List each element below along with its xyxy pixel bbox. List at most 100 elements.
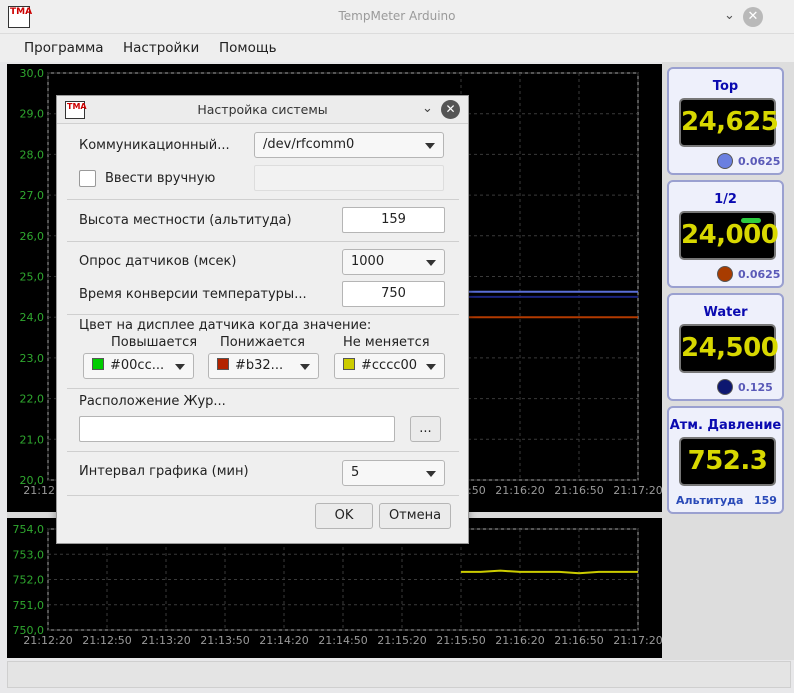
altitude-label: Высота местности (альтитуда): [79, 213, 292, 228]
rising-color-select[interactable]: #00cc...: [83, 353, 194, 379]
sensor-value: 24,625: [679, 98, 779, 147]
sensor-resolution: 0.0625: [738, 155, 781, 168]
sensor-value: 752.3: [679, 437, 776, 486]
chevron-down-icon: [175, 364, 185, 370]
y-tick-label: 27,0: [20, 189, 45, 202]
steady-color-value: #cccc00: [361, 358, 418, 373]
falling-color-select[interactable]: #b32...: [208, 353, 319, 379]
sensor-value: 24,000: [679, 211, 779, 260]
dialog-title: Настройка системы: [197, 102, 328, 117]
sensor-color-dot: [717, 379, 733, 395]
y-tick-label: 752,0: [13, 574, 45, 587]
cancel-button[interactable]: Отмена: [379, 503, 451, 529]
y-tick-label: 751,0: [13, 599, 45, 612]
y-tick-label: 22,0: [20, 393, 45, 406]
sensor-name: Top: [712, 79, 739, 94]
sensor-card-water: Water 24,500 0.125: [667, 293, 784, 401]
chevron-down-icon[interactable]: ⌄: [422, 101, 433, 116]
sensor-panel: Top 24,625 0.0625 1/2 24,000 0.0625 Wate…: [662, 62, 794, 660]
manual-entry-checkbox[interactable]: [79, 170, 96, 187]
y-tick-label: 30,0: [20, 67, 45, 80]
rising-label: Повышается: [111, 335, 198, 350]
conversion-time-label: Время конверсии температуры...: [79, 287, 307, 302]
sensor-color-dot: [717, 153, 733, 169]
ok-button[interactable]: OK: [315, 503, 373, 529]
trend-bar-icon: [741, 218, 761, 223]
sensor-card-half: 1/2 24,000 0.0625: [667, 180, 784, 288]
sensor-name: Атм. Давление: [669, 418, 782, 433]
window-title: TempMeter Arduino: [338, 9, 456, 23]
menu-help[interactable]: Помощь: [219, 40, 277, 56]
x-tick-label: 21:13:50: [200, 634, 249, 647]
x-tick-label: 21:14:50: [318, 634, 367, 647]
x-tick-label: 21:16:50: [554, 484, 603, 497]
x-tick-label: 21:14:20: [259, 634, 308, 647]
steady-color-select[interactable]: #cccc00: [334, 353, 445, 379]
y-tick-label: 753,0: [13, 548, 45, 561]
divider: [67, 495, 459, 496]
y-tick-label: 754,0: [13, 523, 45, 536]
falling-color-value: #b32...: [235, 358, 284, 373]
conversion-time-field[interactable]: 750: [342, 281, 445, 307]
sensor-card-pressure: Атм. Давление 752.3 Альтитуда 159: [667, 406, 784, 514]
settings-dialog: TMA Настройка системы ⌄ ✕ Коммуникационн…: [56, 95, 469, 544]
color-swatch: [343, 358, 355, 370]
color-heading: Цвет на дисплее датчика когда значение:: [79, 318, 372, 333]
poll-interval-value: 1000: [351, 254, 385, 269]
x-tick-label: 21:15:50: [436, 634, 485, 647]
chevron-down-icon: [300, 364, 310, 370]
x-tick-label: 21:17:20: [613, 634, 662, 647]
close-icon[interactable]: ✕: [743, 7, 763, 27]
chevron-down-icon: [425, 143, 435, 149]
close-icon[interactable]: ✕: [441, 100, 460, 119]
chevron-down-icon: [426, 260, 436, 266]
sensor-resolution: 0.0625: [738, 268, 781, 281]
x-tick-label: 21:17:20: [613, 484, 662, 497]
x-tick-label: 21:15:20: [377, 634, 426, 647]
color-swatch: [217, 358, 229, 370]
chevron-down-icon: [426, 471, 436, 477]
x-tick-label: 21:16:20: [495, 634, 544, 647]
comm-port-select[interactable]: /dev/rfcomm0: [254, 132, 444, 158]
manual-port-field[interactable]: [254, 165, 444, 191]
menu-bar: Программа Настройки Помощь: [0, 34, 794, 62]
y-tick-label: 28,0: [20, 148, 45, 161]
x-tick-label: 21:13:20: [141, 634, 190, 647]
comm-port-label: Коммуникационный...: [79, 138, 230, 153]
divider: [67, 241, 459, 242]
divider: [67, 388, 459, 389]
minimize-chevron-icon[interactable]: ⌄: [724, 8, 735, 23]
rising-color-value: #00cc...: [110, 358, 165, 373]
color-swatch: [92, 358, 104, 370]
poll-interval-select[interactable]: 1000: [342, 249, 445, 275]
y-tick-label: 26,0: [20, 230, 45, 243]
y-tick-label: 25,0: [20, 271, 45, 284]
sensor-name: Water: [703, 305, 748, 320]
dialog-title-bar: TMA Настройка системы ⌄ ✕: [57, 96, 468, 124]
chart-interval-label: Интервал графика (мин): [79, 464, 249, 479]
sensor-color-dot: [717, 266, 733, 282]
x-tick-label: 21:16:50: [554, 634, 603, 647]
y-tick-label: 24,0: [20, 311, 45, 324]
log-location-field[interactable]: [79, 416, 395, 442]
altitude-value: 159: [754, 494, 777, 507]
divider: [67, 314, 459, 315]
divider: [67, 199, 459, 200]
poll-interval-label: Опрос датчиков (мсек): [79, 254, 237, 269]
altitude-field[interactable]: 159: [342, 207, 445, 233]
sensor-resolution: 0.125: [738, 381, 773, 394]
sensor-name: 1/2: [714, 192, 737, 207]
divider: [67, 451, 459, 452]
status-bar: [7, 661, 791, 688]
y-tick-label: 29,0: [20, 108, 45, 121]
y-tick-label: 21,0: [20, 433, 45, 446]
title-bar: TMA TempMeter Arduino ⌄ ✕: [0, 0, 794, 34]
x-tick-label: 21:12:20: [23, 634, 72, 647]
menu-program[interactable]: Программа: [24, 40, 104, 56]
browse-button[interactable]: ...: [410, 416, 441, 442]
y-tick-label: 23,0: [20, 352, 45, 365]
sensor-card-top: Top 24,625 0.0625: [667, 67, 784, 175]
chart-interval-select[interactable]: 5: [342, 460, 445, 486]
falling-label: Понижается: [220, 335, 305, 350]
menu-settings[interactable]: Настройки: [123, 40, 199, 56]
